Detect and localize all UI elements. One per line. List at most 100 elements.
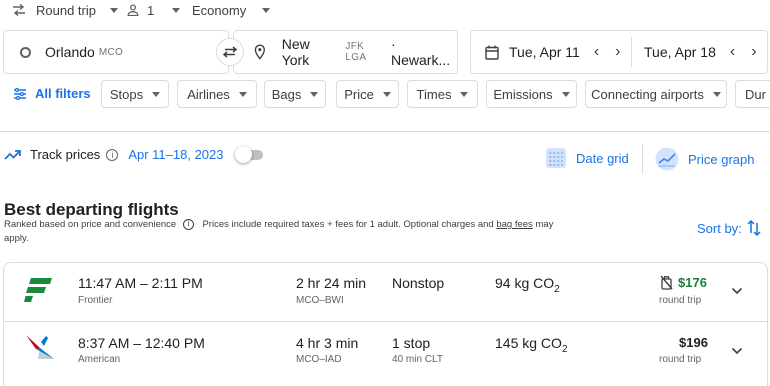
filter-chip-bags[interactable]: Bags <box>264 80 326 108</box>
prev-date-icon[interactable]: ‹ <box>594 43 599 61</box>
chevron-down-icon <box>712 91 721 97</box>
chevron-down-icon <box>172 7 181 13</box>
flight-price: $176 <box>678 275 707 290</box>
filter-sliders-icon <box>14 87 26 100</box>
flight-times: 11:47 AM – 2:11 PM <box>78 275 203 291</box>
layover-detail: 40 min CLT <box>392 354 443 365</box>
chevron-down-icon <box>238 91 247 97</box>
filter-chip-connecting-airports[interactable]: Connecting airports <box>585 80 727 108</box>
frontier-logo-icon <box>24 278 52 302</box>
track-prices-label: Track prices <box>30 147 101 162</box>
chevron-down-icon <box>310 91 319 97</box>
price-graph-button[interactable]: Price graph <box>655 147 754 171</box>
passengers-select[interactable]: 1 <box>127 0 181 20</box>
date-grid-label: Date grid <box>576 150 629 166</box>
emissions-value: 94 kg CO <box>495 275 555 291</box>
flight-route: MCO–BWI <box>296 295 344 306</box>
flight-emissions: 94 kg CO2 <box>495 275 560 295</box>
prev-date-icon[interactable]: ‹ <box>730 43 735 61</box>
expand-chevron-icon[interactable] <box>731 287 743 295</box>
price-graph-icon <box>655 147 679 171</box>
emissions-subscript: 2 <box>561 343 568 355</box>
swap-arrows-icon <box>222 46 238 58</box>
swap-arrows-icon <box>13 4 25 16</box>
flight-duration: 4 hr 3 min <box>296 335 359 351</box>
flight-row[interactable]: 8:37 AM – 12:40 PM American 4 hr 3 min M… <box>3 321 768 386</box>
filter-chip-price[interactable]: Price <box>336 80 399 108</box>
calendar-icon <box>485 45 499 60</box>
prices-note-wrap: apply. <box>4 233 29 244</box>
destination-city: New York <box>281 36 310 68</box>
chip-label: Bags <box>271 86 302 102</box>
cabin-select[interactable]: Economy <box>192 0 271 20</box>
price-note: round trip <box>659 354 702 365</box>
view-divider <box>642 144 643 174</box>
origin-circle-icon <box>20 46 31 58</box>
all-filters-label: All filters <box>35 86 91 101</box>
chevron-down-icon <box>109 7 118 13</box>
airline-name: Frontier <box>78 295 113 306</box>
chip-label: Times <box>416 86 452 102</box>
destination-field[interactable]: New York JFK LGA · Newark... <box>233 30 458 74</box>
passengers-count: 1 <box>147 2 155 18</box>
chevron-down-icon <box>382 91 391 97</box>
chip-label: Stops <box>109 86 144 102</box>
flight-route: MCO–IAD <box>296 354 342 365</box>
trip-type-select[interactable]: Round trip <box>12 0 118 20</box>
cabin-label: Economy <box>192 2 247 18</box>
depart-date-field[interactable]: Tue, Apr 11 ‹ › <box>471 31 631 73</box>
ranked-note: Ranked based on price and convenience <box>4 219 177 230</box>
price-note: round trip <box>659 295 702 306</box>
sort-by-button[interactable]: Sort by: <box>697 220 761 236</box>
filter-chip-duration[interactable]: Dur <box>735 80 770 108</box>
date-range-field[interactable]: Tue, Apr 11 ‹ › Tue, Apr 18 ‹ › <box>470 30 768 74</box>
origin-code: MCO <box>98 46 124 58</box>
section-divider <box>0 131 770 132</box>
return-date-field[interactable]: Tue, Apr 18 ‹ › <box>632 31 767 73</box>
origin-field[interactable]: Orlando MCO <box>3 30 229 74</box>
chevron-down-icon <box>460 91 469 97</box>
flight-times: 8:37 AM – 12:40 PM <box>78 335 205 351</box>
flight-price: $196 <box>679 335 708 350</box>
filter-chip-times[interactable]: Times <box>407 80 478 108</box>
price-graph-label: Price graph <box>688 151 755 167</box>
results-heading: Best departing flights <box>4 200 179 219</box>
swap-places-button[interactable] <box>216 38 244 66</box>
bag-fees-link[interactable]: bag fees <box>496 219 532 230</box>
no-bag-icon <box>660 275 673 290</box>
prices-note: Prices include required taxes + fees for… <box>202 219 497 230</box>
person-icon <box>127 4 139 16</box>
destination-codes: JFK LGA <box>345 41 367 63</box>
location-pin-icon <box>254 44 266 60</box>
flight-stops: Nonstop <box>392 275 445 291</box>
return-date: Tue, Apr 18 <box>644 44 716 60</box>
filter-chip-airlines[interactable]: Airlines <box>177 80 257 108</box>
filter-chip-stops[interactable]: Stops <box>101 80 169 108</box>
prices-note-suffix: may <box>532 219 554 230</box>
chevron-down-icon <box>262 7 271 13</box>
price-block: $176 <box>660 275 707 290</box>
results-notes: Ranked based on price and convenience i … <box>4 218 604 246</box>
destination-more: · Newark... <box>391 36 451 68</box>
sort-arrows-icon <box>747 220 761 236</box>
next-date-icon[interactable]: › <box>751 43 756 61</box>
origin-city: Orlando <box>45 44 95 60</box>
track-prices-section: Track prices i Apr 11–18, 2023 <box>4 145 264 163</box>
flight-row[interactable]: 11:47 AM – 2:11 PM Frontier 2 hr 24 min … <box>3 262 768 322</box>
track-prices-toggle[interactable] <box>235 145 264 163</box>
flight-duration: 2 hr 24 min <box>296 275 367 291</box>
all-filters-button[interactable]: All filters <box>13 86 91 101</box>
trending-up-icon <box>4 149 21 160</box>
date-grid-button[interactable]: Date grid <box>545 147 629 169</box>
info-icon[interactable]: i <box>182 218 194 230</box>
track-dates: Apr 11–18, 2023 <box>128 147 224 162</box>
info-icon[interactable]: i <box>106 148 119 161</box>
expand-chevron-icon[interactable] <box>731 347 743 355</box>
chip-label: Dur <box>745 86 766 102</box>
depart-date: Tue, Apr 11 <box>509 44 580 60</box>
chip-label: Emissions <box>493 86 553 102</box>
emissions-value: 145 kg CO <box>495 335 562 351</box>
filter-chip-emissions[interactable]: Emissions <box>486 80 577 108</box>
chip-label: Price <box>344 86 374 102</box>
next-date-icon[interactable]: › <box>615 43 620 61</box>
